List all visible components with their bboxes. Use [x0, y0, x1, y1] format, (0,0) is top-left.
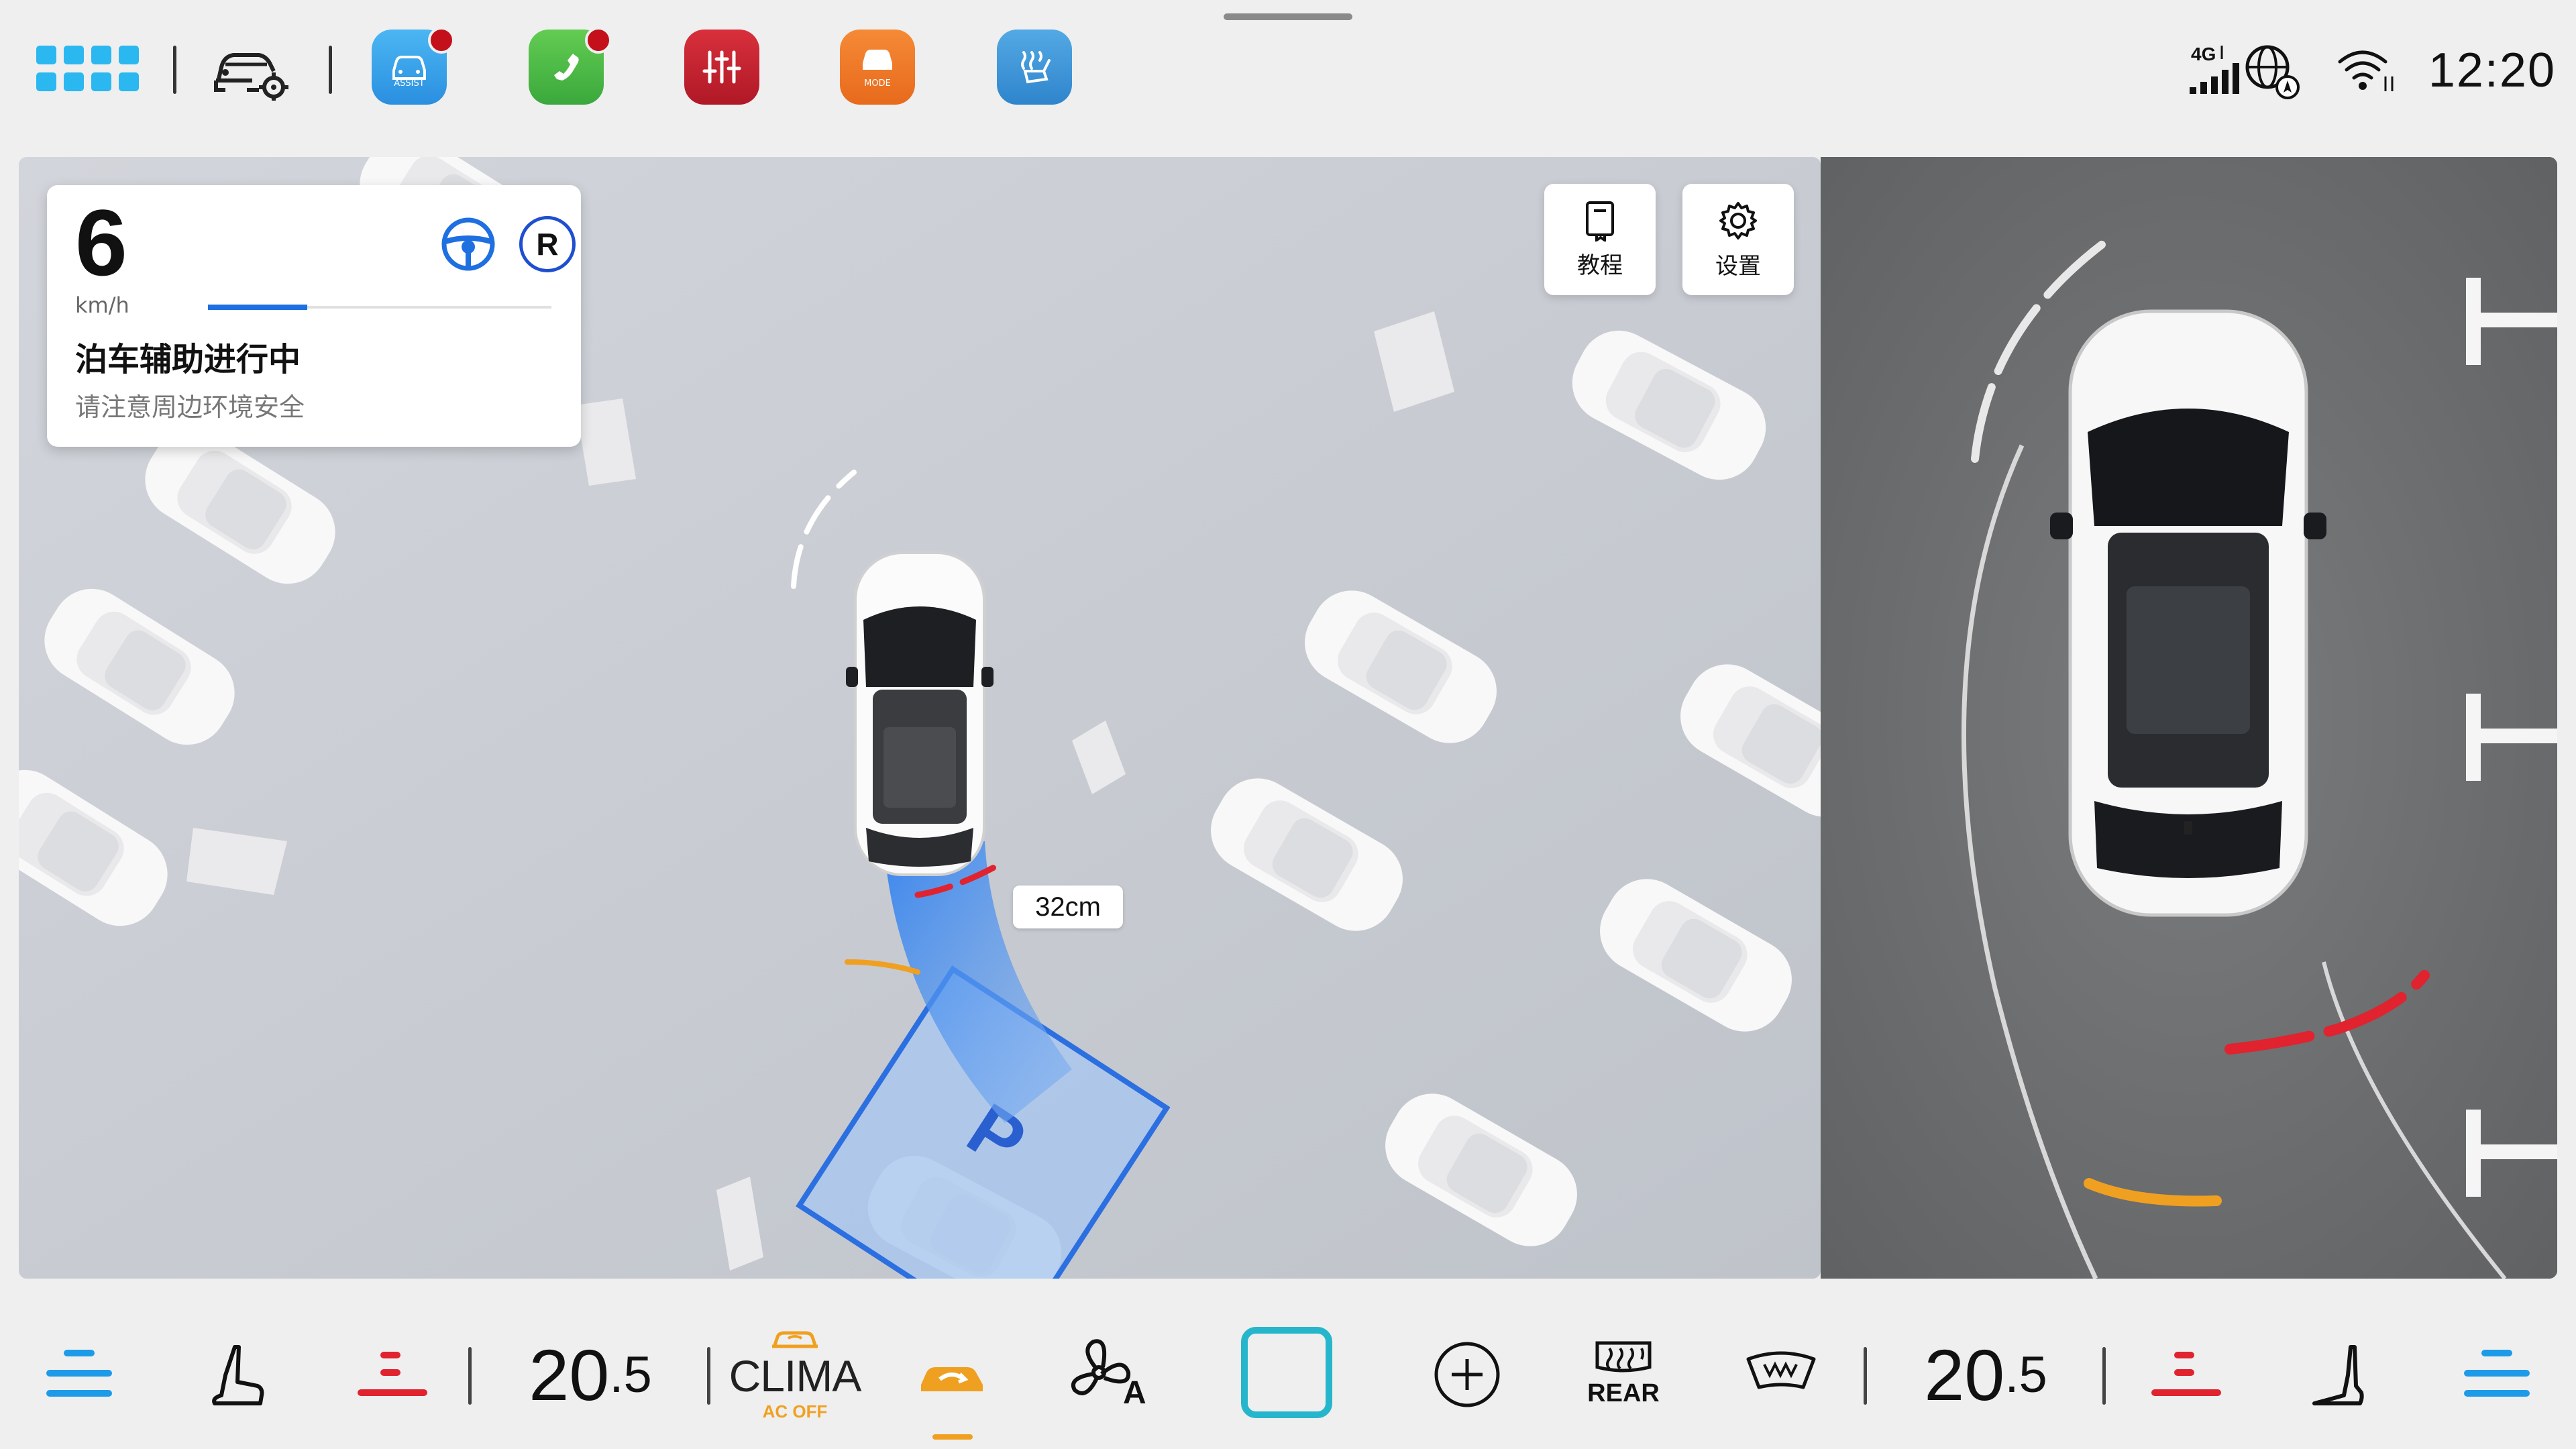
rear-defrost-button[interactable]: REAR — [1583, 1330, 1664, 1417]
clima-label: CLIMA — [729, 1350, 862, 1401]
recirculation-icon[interactable] — [912, 1351, 993, 1405]
divider — [468, 1347, 472, 1405]
clock: 12:20 — [2428, 44, 2556, 97]
system-status: 4G 12:20 — [2189, 34, 2556, 107]
wifi-icon — [2338, 50, 2394, 91]
divider — [2102, 1347, 2106, 1405]
climate-bar: 20.5 CLIMA AC OFF A REAR 20 .5 — [0, 1288, 2576, 1449]
svg-text:4G: 4G — [2191, 44, 2216, 64]
parking-status-subtitle: 请注意周边环境安全 — [75, 392, 305, 422]
notification-badge — [585, 27, 612, 54]
app-equalizer[interactable] — [684, 30, 759, 105]
svg-text:A: A — [1123, 1375, 1146, 1410]
car-mode-icon — [863, 50, 892, 70]
equalizer-icon — [702, 50, 741, 84]
distance-label: 32cm — [1013, 885, 1123, 928]
parking-assist-card: 6 km/h 泊车辅助进行中 请注意周边环境安全 R — [47, 185, 581, 447]
divider — [173, 46, 176, 94]
book-icon — [1586, 201, 1614, 241]
left-temp-value: 20 — [529, 1334, 610, 1415]
ego-car — [846, 551, 994, 876]
app-phone[interactable] — [529, 27, 612, 105]
right-seat-icon[interactable] — [2308, 1342, 2368, 1409]
divider — [329, 46, 332, 94]
app-launcher-icon[interactable] — [36, 46, 139, 93]
left-fan-menu-icon[interactable] — [46, 1343, 113, 1403]
gear-indicator: R — [519, 216, 576, 272]
clima-button[interactable]: CLIMA AC OFF — [729, 1320, 862, 1428]
rear-defrost-icon — [1595, 1341, 1652, 1372]
phone-icon — [554, 54, 579, 80]
add-icon[interactable] — [1432, 1339, 1503, 1410]
car-settings-icon[interactable] — [212, 40, 292, 102]
divider — [1864, 1347, 1867, 1405]
left-temperature[interactable]: 20.5 — [517, 1331, 664, 1418]
climate-power-button[interactable] — [1241, 1327, 1332, 1418]
parking-status-title: 泊车辅助进行中 — [75, 341, 301, 378]
divider — [707, 1347, 710, 1405]
notification-badge — [428, 27, 455, 54]
app-assist[interactable]: ASSIST — [372, 27, 455, 105]
signal-network-icon: 4G — [2189, 44, 2300, 99]
camera-scene — [1821, 157, 2557, 1279]
rear-label: REAR — [1587, 1379, 1660, 1407]
steering-wheel-icon — [440, 216, 496, 272]
surround-camera-view[interactable] — [1821, 157, 2557, 1279]
fan-auto-icon[interactable]: A — [1067, 1336, 1154, 1410]
drag-handle[interactable] — [1224, 13, 1352, 20]
front-defrost-icon[interactable] — [1744, 1342, 1818, 1402]
parking-progress-fill — [208, 305, 308, 310]
app-seat-heat[interactable] — [997, 30, 1072, 105]
app-mode[interactable]: MODE — [840, 30, 915, 105]
right-seat-heat-level-icon[interactable] — [2149, 1348, 2223, 1402]
car-recirculation-icon — [772, 1331, 818, 1348]
right-temperature[interactable]: 20.5 — [1912, 1331, 2059, 1418]
settings-button[interactable]: 设置 — [1682, 184, 1794, 295]
tutorial-button[interactable]: 教程 — [1544, 184, 1656, 295]
ego-car-top — [2050, 309, 2326, 917]
left-temp-decimal: .5 — [609, 1346, 652, 1403]
ac-status: AC OFF — [762, 1401, 828, 1421]
gear-icon — [1719, 201, 1757, 239]
parking-progress — [208, 305, 551, 310]
speed-value: 6 — [75, 190, 127, 295]
left-seat-icon[interactable] — [208, 1342, 268, 1409]
right-temp-decimal: .5 — [2004, 1346, 2047, 1403]
recirculation-active-indicator — [932, 1434, 973, 1440]
seat-heat-icon — [1021, 51, 1051, 84]
right-temp-value: 20 — [1924, 1334, 2005, 1415]
left-seat-heat-level-icon[interactable] — [356, 1348, 429, 1402]
right-fan-menu-icon[interactable] — [2463, 1343, 2530, 1403]
status-bar: ASSIST MODE 4G 12:20 — [0, 0, 2576, 141]
parking-3d-view[interactable]: P 6 km/h 泊车辅助进行中 请注意周边环境安全 R 教程 设置 32cm — [19, 157, 1821, 1279]
speed-unit: km/h — [75, 292, 129, 318]
